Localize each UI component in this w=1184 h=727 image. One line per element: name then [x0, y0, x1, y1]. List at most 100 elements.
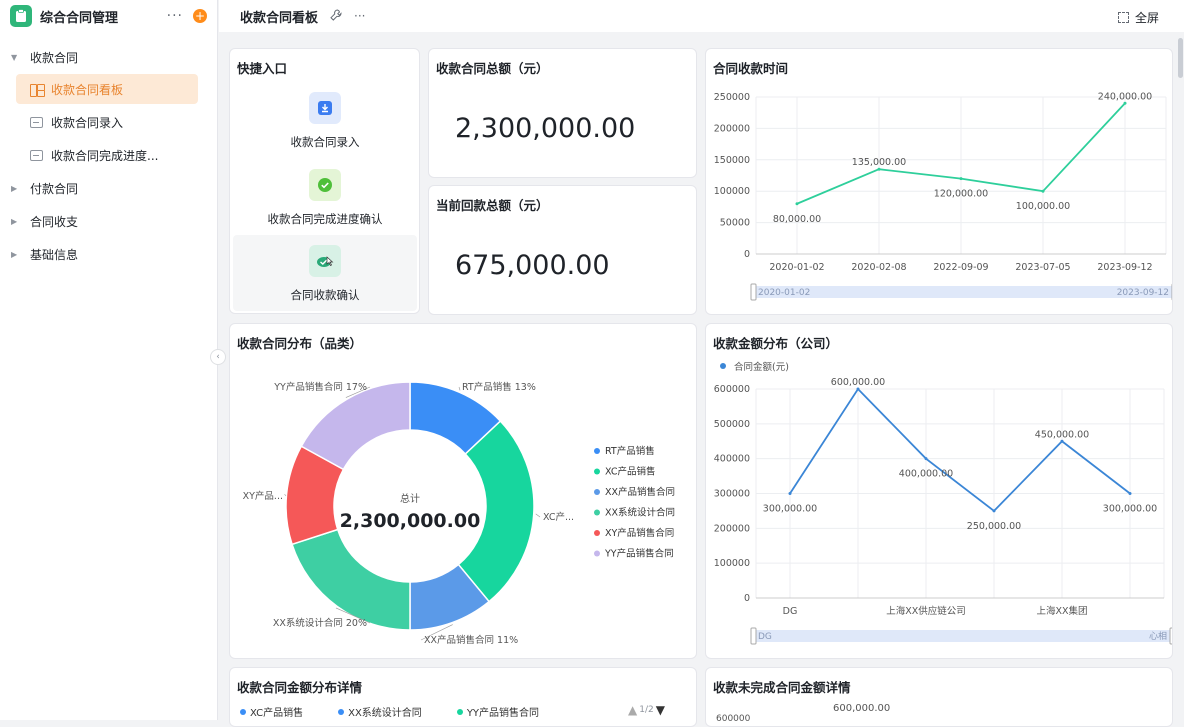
data-point	[1041, 189, 1045, 193]
x-tick-label: 2023-07-05	[1015, 262, 1070, 273]
series-line	[789, 387, 1131, 513]
x-tick-label: 上海XX供应链公司	[886, 605, 966, 617]
label-leader-line	[535, 513, 541, 518]
sidebar-group-receivable[interactable]: ▼ 收款合同	[0, 41, 218, 73]
donut-center-value: 2,300,000.00	[340, 510, 481, 532]
sidebar: 综合合同管理 ··· + ▼ 收款合同 收款合同看板 收款合同录入 收款合同完成…	[0, 0, 218, 720]
legend-dot	[338, 708, 345, 715]
check-circle-icon	[309, 169, 341, 201]
legend-dot	[594, 468, 600, 475]
y-tick-label: 100000	[714, 558, 750, 569]
sidebar-group-income[interactable]: ▶ 合同收支	[0, 205, 218, 237]
data-label: 135,000.00	[852, 157, 906, 168]
quick-entry-label: 收款合同录入	[290, 135, 360, 149]
y-tick-label: 0	[744, 593, 750, 604]
data-point	[1128, 492, 1132, 495]
zoom-start-label: 2020-01-02	[758, 288, 810, 298]
card-title: 收款合同总额（元）	[436, 61, 549, 76]
form-icon	[30, 149, 43, 161]
slice-label: XX产品销售合同 11%	[424, 634, 518, 646]
x-tick-label: 2023-09-12	[1097, 262, 1152, 273]
category-donut-chart[interactable]: RT产品销售 13% XC产... XX产品销售合同 11% XX系统设计合同 20%…	[230, 324, 697, 659]
sidebar-group-payable[interactable]: ▶ 付款合同	[0, 172, 218, 204]
zoom-slider-track	[754, 286, 1172, 298]
legend-pager: ▲ 1/2 ▼	[628, 703, 665, 717]
quick-entry-item[interactable]: 收款合同完成进度确认	[233, 159, 417, 235]
legend-label: XX系统设计合同	[605, 507, 675, 519]
y-tick-label: 500000	[714, 419, 750, 430]
fullscreen-label: 全屏	[1134, 11, 1159, 25]
zoom-end-label: 2023-09-12	[1117, 288, 1169, 298]
legend-label[interactable]: XX系统设计合同	[348, 704, 422, 719]
zoom-handle-right	[1171, 283, 1172, 301]
data-point	[788, 492, 792, 495]
sidebar-item-label: 收款合同录入	[51, 115, 124, 130]
data-label: 120,000.00	[934, 189, 988, 200]
x-tick-label: 上海XX集团	[1036, 605, 1087, 617]
quick-entry-item[interactable]: 合同收款确认	[233, 235, 417, 311]
app-more-icon[interactable]: ···	[167, 8, 183, 24]
unfinished-card: 收款未完成合同金额详情 600,000.00 600000	[705, 667, 1173, 727]
legend-dot	[594, 448, 600, 454]
y-tick-label: 0	[744, 249, 750, 260]
time-line-chart[interactable]: 0 50000 100000 150000 200000 250000 2020-01-02…	[706, 49, 1173, 315]
pager-prev-icon[interactable]: ▲	[628, 703, 637, 717]
zoom-handle-left	[750, 627, 757, 645]
quick-entry-label: 合同收款确认	[290, 288, 360, 302]
zoom-handle-right	[1169, 627, 1172, 645]
sidebar-item-board[interactable]: 收款合同看板	[16, 74, 198, 104]
form-icon	[30, 116, 43, 128]
legend-label[interactable]: XC产品销售	[250, 704, 303, 719]
board-icon	[30, 83, 45, 97]
page-title: 收款合同看板	[240, 10, 319, 26]
data-point	[795, 202, 799, 206]
x-tick-label: DG	[783, 606, 798, 617]
wrench-icon[interactable]	[330, 8, 342, 24]
sidebar-item-label: 收款合同看板	[51, 82, 124, 97]
y-tick-label: 250000	[714, 92, 750, 103]
quick-entry-item[interactable]: 收款合同录入	[233, 82, 417, 158]
legend-dot	[456, 708, 463, 715]
y-tick-label: 600000	[714, 384, 750, 395]
label-leader-line	[458, 386, 461, 391]
legend-dot	[594, 550, 600, 557]
company-line-chart[interactable]: 合同金额(元) 0 100000 200000 300000 400000 500000 60…	[706, 324, 1173, 659]
pager-next-icon[interactable]: ▼	[656, 703, 665, 717]
caret-down-icon: ▼	[11, 52, 18, 62]
caret-right-icon: ▶	[11, 249, 18, 259]
legend-label[interactable]: YY产品销售合同	[467, 704, 539, 719]
data-label: 450,000.00	[1035, 429, 1089, 440]
data-label: 100,000.00	[1016, 201, 1070, 212]
app-header: 综合合同管理 ··· +	[0, 0, 217, 32]
data-label: 240,000.00	[1098, 91, 1152, 102]
sidebar-item-progress[interactable]: 收款合同完成进度...	[16, 140, 198, 170]
y-tick-label: 200000	[714, 523, 750, 534]
category-chart-card: 收款合同分布（品类） RT产品销售 13% XC产... XX产品销售合同 11% X…	[229, 323, 697, 659]
more-icon[interactable]: ···	[354, 9, 365, 23]
donut-center-label: 总计	[400, 492, 420, 505]
legend-label: XX产品销售合同	[605, 486, 675, 498]
received-amount-card: 当前回款总额（元） 675,000.00	[428, 185, 697, 315]
data-label: 80,000.00	[773, 214, 821, 225]
add-icon[interactable]: +	[193, 9, 207, 23]
data-point	[959, 177, 963, 181]
slice-label: RT产品销售 13%	[462, 381, 536, 393]
card-title: 当前回款总额（元）	[436, 198, 549, 213]
data-label: 300,000.00	[763, 504, 817, 515]
sidebar-item-entry[interactable]: 收款合同录入	[16, 107, 198, 137]
data-label: 600,000.00	[831, 377, 885, 388]
sidebar-group-label: 基础信息	[30, 247, 79, 262]
legend-dot	[594, 530, 600, 536]
y-tick-label: 300000	[714, 489, 750, 500]
card-title: 收款合同金额分布详情	[237, 680, 363, 695]
zoom-start-label: DG	[758, 632, 772, 642]
y-tick-label: 600000	[716, 714, 751, 724]
collapse-sidebar-icon[interactable]: ‹	[210, 349, 226, 365]
page-scrollbar[interactable]	[1178, 38, 1183, 78]
y-tick-label: 100000	[714, 186, 750, 197]
legend-label: XC产品销售	[605, 466, 655, 478]
legend-dot	[594, 509, 600, 516]
sidebar-group-basic[interactable]: ▶ 基础信息	[0, 238, 218, 270]
fullscreen-button[interactable]: 全屏	[1117, 9, 1159, 26]
app-logo-icon	[10, 5, 32, 27]
